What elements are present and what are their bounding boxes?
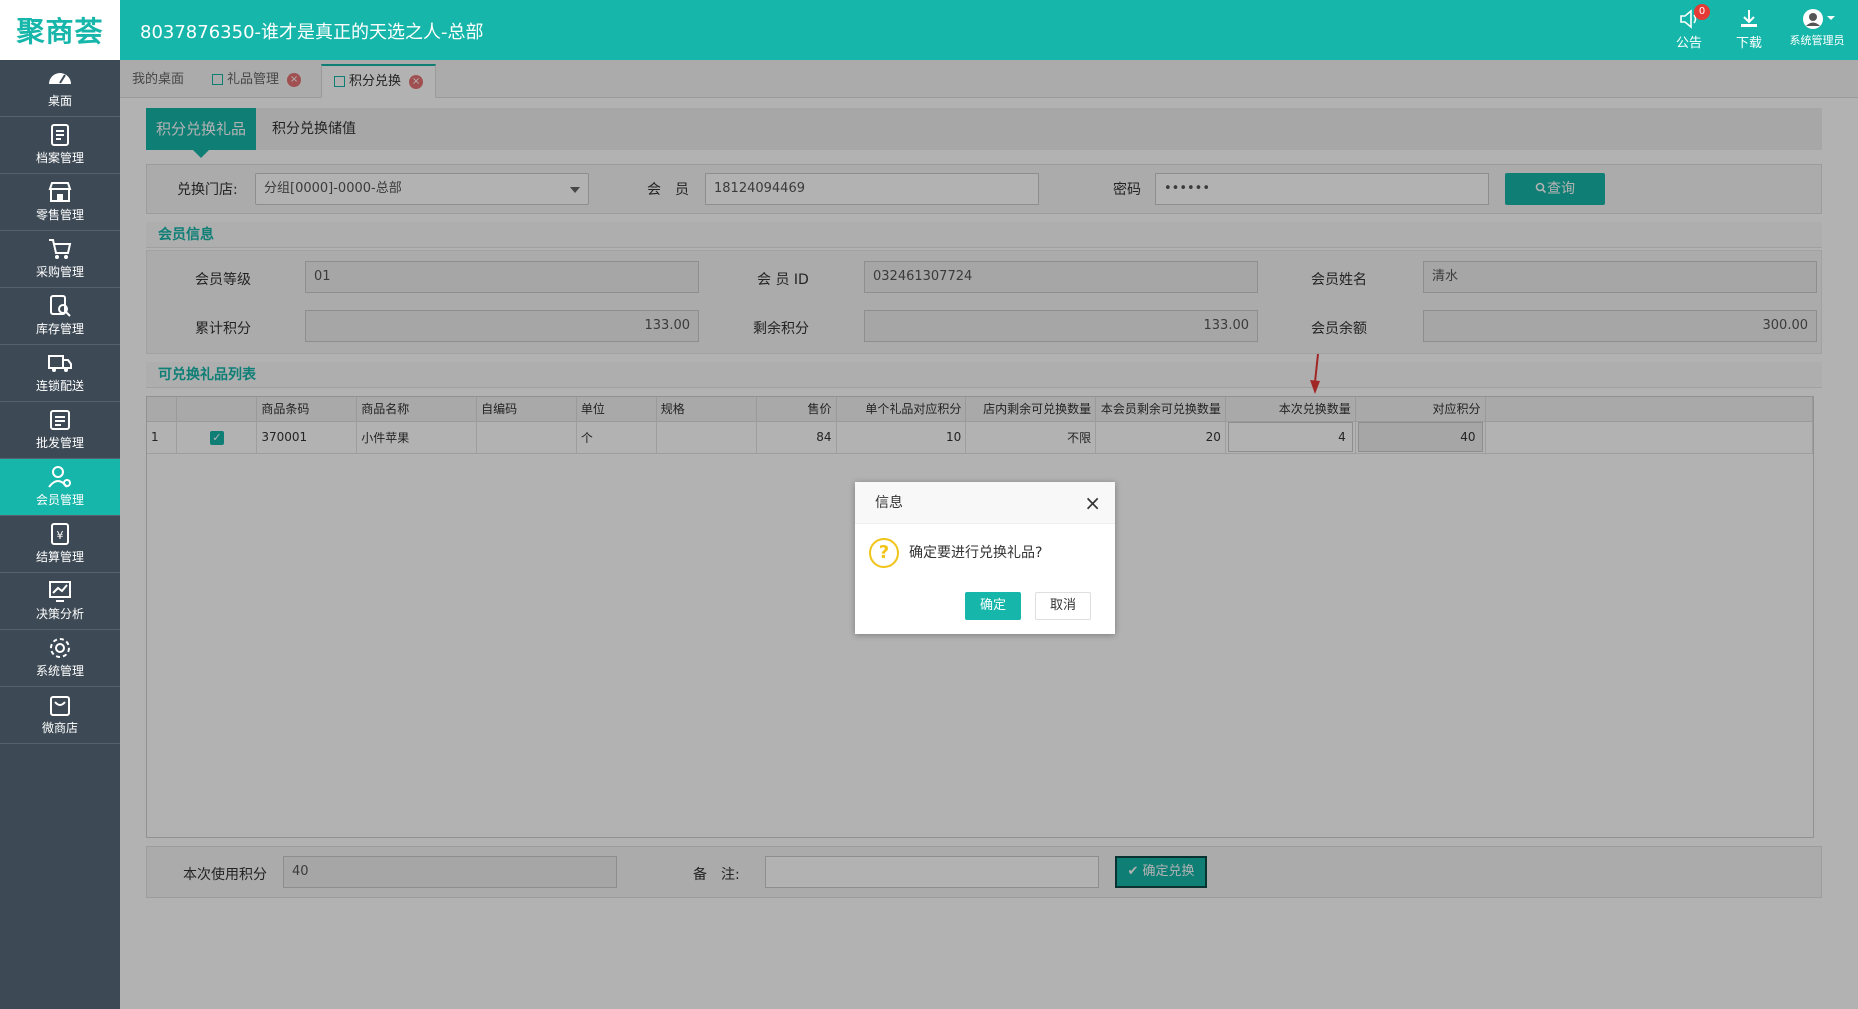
dialog-title: 信息 (875, 495, 903, 511)
sidebar-item-desktop[interactable]: 桌面 (0, 60, 120, 117)
sidebar: 桌面 档案管理 零售管理 采购管理 库存管理 连锁配送 批发管理 会员管理 ¥ … (0, 60, 120, 1009)
sidebar-item-member[interactable]: 会员管理 (0, 459, 120, 516)
settlement-icon: ¥ (51, 523, 69, 545)
dashboard-icon (49, 73, 71, 84)
sidebar-item-archive[interactable]: 档案管理 (0, 117, 120, 174)
sidebar-item-settlement[interactable]: ¥ 结算管理 (0, 516, 120, 573)
dialog-body: ? 确定要进行兑换礼品? (855, 524, 1115, 582)
dialog-message: 确定要进行兑换礼品? (909, 545, 1043, 561)
dialog-header: 信息 × (855, 482, 1115, 524)
download-button[interactable]: 下载 (1724, 8, 1774, 51)
download-icon (1741, 10, 1757, 27)
sidebar-item-inventory[interactable]: 库存管理 (0, 288, 120, 345)
sidebar-item-label: 库存管理 (35, 322, 84, 336)
sidebar-item-label: 批发管理 (35, 436, 84, 450)
bag-icon (50, 696, 70, 716)
sidebar-item-label: 会员管理 (35, 493, 84, 507)
truck-icon (48, 355, 72, 372)
archive-icon (51, 124, 69, 146)
sidebar-item-label: 档案管理 (35, 151, 84, 165)
user-menu[interactable]: 系统管理员 (1782, 8, 1852, 48)
sidebar-item-retail[interactable]: 零售管理 (0, 174, 120, 231)
sidebar-item-label: 采购管理 (35, 265, 84, 279)
chart-icon (49, 581, 71, 602)
sidebar-item-label: 系统管理 (35, 664, 84, 678)
sidebar-item-purchase[interactable]: 采购管理 (0, 231, 120, 288)
notice-label: 公告 (1675, 36, 1702, 51)
notice-button[interactable]: 0 公告 (1664, 4, 1714, 51)
sidebar-item-system[interactable]: 系统管理 (0, 630, 120, 687)
store-icon (48, 182, 72, 202)
svg-text:¥: ¥ (57, 529, 64, 542)
sidebar-item-wholesale[interactable]: 批发管理 (0, 402, 120, 459)
sidebar-item-label: 桌面 (47, 94, 72, 108)
confirm-dialog: 信息 × ? 确定要进行兑换礼品? 确定 取消 (855, 482, 1115, 634)
dialog-ok-button[interactable]: 确定 (965, 592, 1022, 620)
sidebar-item-distribution[interactable]: 连锁配送 (0, 345, 120, 402)
inventory-icon (50, 295, 71, 317)
notice-badge: 0 (1694, 4, 1710, 20)
close-icon[interactable]: × (1084, 482, 1101, 524)
wholesale-icon (50, 410, 70, 430)
top-header: 聚商荟 8037876350-谁才是真正的天选之人-总部 0 公告 下载 系统管… (0, 0, 1858, 60)
sidebar-item-microstore[interactable]: 微商店 (0, 687, 120, 744)
sidebar-item-label: 连锁配送 (35, 379, 84, 393)
question-icon: ? (869, 538, 899, 568)
sidebar-item-label: 零售管理 (35, 208, 84, 222)
sidebar-item-label: 决策分析 (35, 607, 84, 621)
sidebar-item-label: 结算管理 (35, 550, 84, 564)
dialog-cancel-button[interactable]: 取消 (1035, 592, 1092, 620)
logo: 聚商荟 (0, 0, 120, 60)
user-label: 系统管理员 (1789, 34, 1845, 47)
download-label: 下载 (1735, 36, 1762, 51)
avatar-icon (1803, 9, 1835, 29)
app-title: 8037876350-谁才是真正的天选之人-总部 (140, 22, 484, 43)
cart-icon (49, 239, 72, 259)
gear-icon (50, 638, 70, 658)
member-icon (48, 466, 71, 488)
sidebar-item-label: 微商店 (41, 721, 78, 735)
logo-text: 聚商荟 (16, 15, 104, 48)
sidebar-item-analysis[interactable]: 决策分析 (0, 573, 120, 630)
